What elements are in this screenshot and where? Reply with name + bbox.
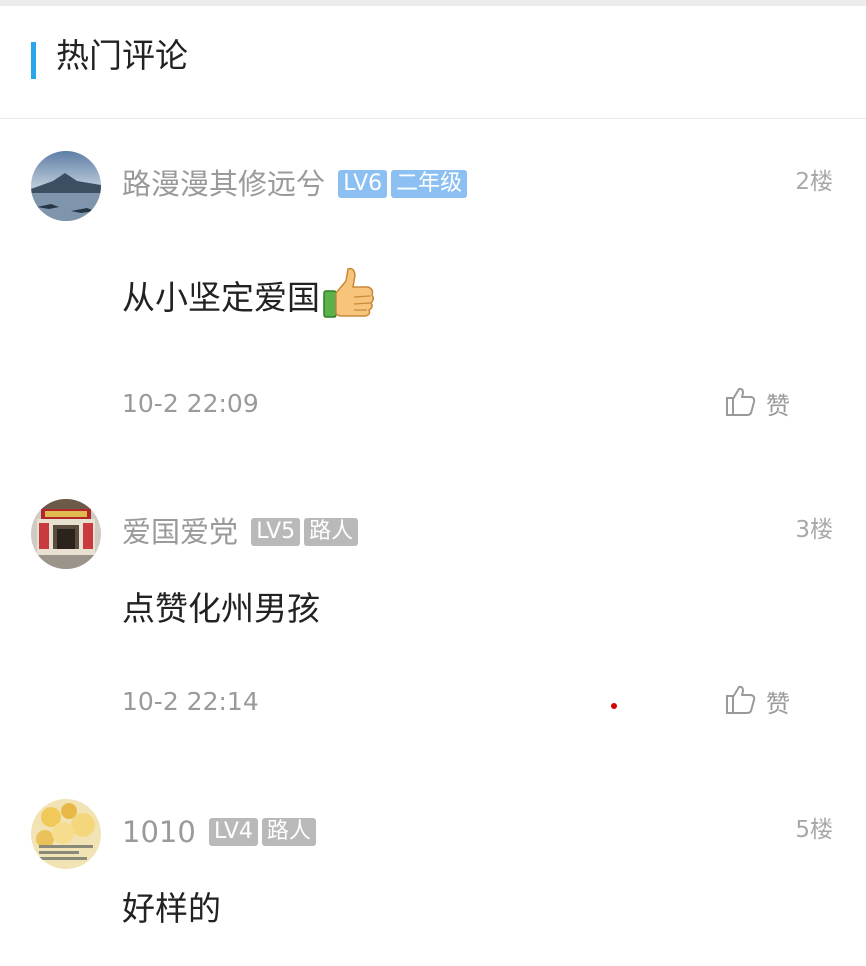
building-avatar-icon [31, 499, 101, 569]
comment-item: 爱国爱党 LV5 路人 3楼 点赞化州男孩 10-2 22:14 赞 [0, 467, 866, 768]
like-label: 赞 [766, 689, 790, 718]
avatar[interactable] [31, 151, 101, 221]
comment-text: 从小坚定爱国 [122, 278, 320, 317]
accent-bar [31, 42, 36, 79]
thumbs-up-emoji-icon [322, 265, 376, 334]
level-badge: LV6 [338, 170, 388, 198]
floral-avatar-icon [31, 799, 101, 869]
username[interactable]: 路漫漫其修远兮 [122, 167, 325, 201]
comment-content: 从小坚定爱国 [122, 265, 376, 334]
username-row: 1010 LV4 路人 [122, 812, 316, 852]
level-badge: LV5 [251, 518, 301, 546]
comment-time: 10-2 22:09 [122, 389, 259, 418]
comment-content: 点赞化州男孩 [122, 585, 320, 633]
rank-badge: 路人 [304, 518, 359, 546]
like-label: 赞 [766, 391, 790, 420]
rank-badge: 二年级 [391, 170, 468, 198]
comment-content: 好样的 [122, 885, 221, 933]
like-button[interactable]: 赞 [724, 385, 790, 421]
landscape-avatar-icon [31, 151, 101, 221]
username-row: 爱国爱党 LV5 路人 [122, 512, 359, 552]
comment-time: 10-2 22:14 [122, 687, 259, 716]
like-button[interactable]: 赞 [724, 683, 790, 719]
floor-number: 3楼 [795, 517, 833, 543]
comment-text: 点赞化州男孩 [122, 589, 320, 628]
floor-number: 5楼 [795, 817, 833, 843]
section-title: 热门评论 [56, 36, 188, 75]
comment-text: 好样的 [122, 889, 221, 928]
comment-item: 1010 LV4 路人 5楼 好样的 [0, 767, 866, 966]
username-row: 路漫漫其修远兮 LV6 二年级 [122, 164, 468, 204]
thumbs-up-icon [724, 683, 756, 719]
comment-item: 路漫漫其修远兮 LV6 二年级 2楼 从小坚定爱国 10-2 22:09 赞 [0, 119, 866, 468]
username[interactable]: 1010 [122, 815, 196, 849]
floor-number: 2楼 [795, 169, 833, 195]
avatar[interactable] [31, 499, 101, 569]
hot-comments-header: 热门评论 [0, 6, 866, 119]
rank-badge: 路人 [261, 818, 316, 846]
level-badge: LV4 [209, 818, 258, 846]
username[interactable]: 爱国爱党 [122, 515, 238, 549]
red-dot [611, 703, 617, 709]
thumbs-up-icon [724, 385, 756, 421]
avatar[interactable] [31, 799, 101, 869]
